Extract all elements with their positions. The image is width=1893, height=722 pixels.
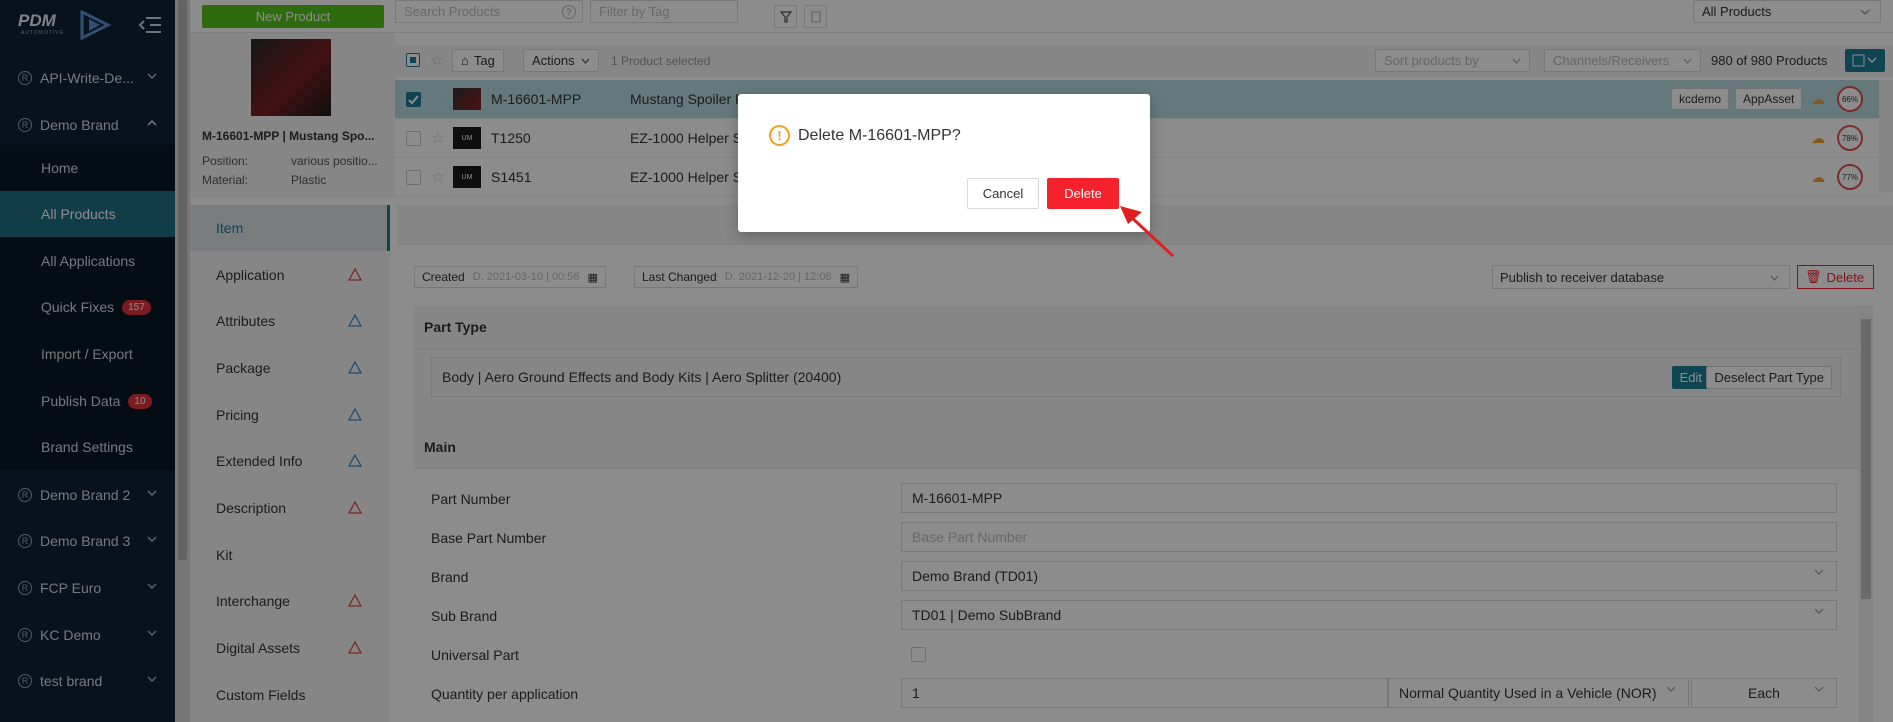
- cancel-button[interactable]: Cancel: [967, 178, 1039, 209]
- dialog-question: Delete M-16601-MPP?: [798, 127, 961, 144]
- confirm-delete-button[interactable]: Delete: [1047, 178, 1119, 209]
- delete-confirm-dialog: ! Delete M-16601-MPP? Cancel Delete: [738, 94, 1150, 232]
- red-arrow-annotation-icon: [1120, 206, 1175, 258]
- warning-circle-icon: !: [769, 125, 790, 146]
- app-root: PDM AUTOMOTIVE R API-Write-De... R Demo …: [0, 0, 1893, 722]
